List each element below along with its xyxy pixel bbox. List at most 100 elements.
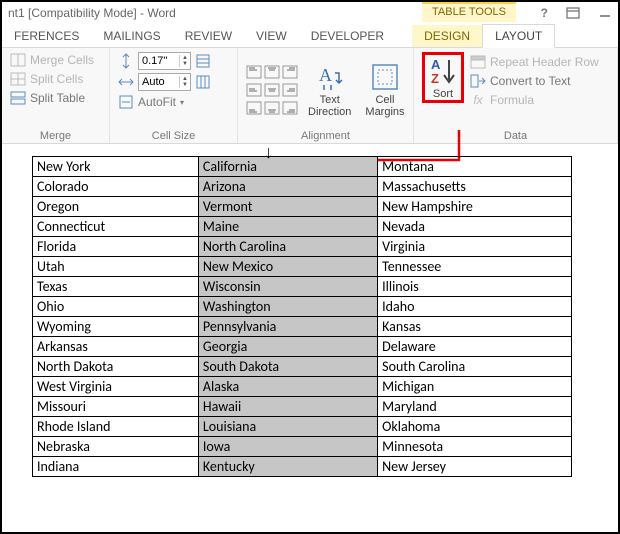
table-cell[interactable]: Massachusetts: [378, 177, 572, 197]
table-cell[interactable]: Delaware: [378, 337, 572, 357]
tab-mailings[interactable]: MAILINGS: [91, 25, 172, 47]
table-cell[interactable]: Washington: [198, 297, 377, 317]
table-row[interactable]: OhioWashingtonIdaho: [33, 297, 572, 317]
split-table-button[interactable]: Split Table: [10, 90, 94, 106]
tab-table-design[interactable]: DESIGN: [412, 25, 482, 47]
text-direction-button[interactable]: A Text Direction: [304, 60, 355, 120]
table-cell[interactable]: California: [198, 157, 377, 177]
table-cell[interactable]: North Carolina: [198, 237, 377, 257]
alignment-grid[interactable]: [246, 64, 298, 116]
table-cell[interactable]: Kentucky: [198, 457, 377, 477]
table-cell[interactable]: Arizona: [198, 177, 377, 197]
table-row[interactable]: TexasWisconsinIllinois: [33, 277, 572, 297]
table-cell[interactable]: New York: [33, 157, 199, 177]
table-cell[interactable]: Florida: [33, 237, 199, 257]
table-cell[interactable]: Indiana: [33, 457, 199, 477]
table-cell[interactable]: New Jersey: [378, 457, 572, 477]
table-cell[interactable]: Ohio: [33, 297, 199, 317]
table-cell[interactable]: South Carolina: [378, 357, 572, 377]
height-down[interactable]: ▼: [180, 61, 190, 67]
col-width-control[interactable]: ▲▼: [118, 73, 211, 91]
table-cell[interactable]: Alaska: [198, 377, 377, 397]
table-cell[interactable]: Louisiana: [198, 417, 377, 437]
row-height-input[interactable]: [139, 55, 179, 67]
table-cell[interactable]: Connecticut: [33, 217, 199, 237]
table-cell[interactable]: Kansas: [378, 317, 572, 337]
table-cell[interactable]: Vermont: [198, 197, 377, 217]
align-mid-left-icon[interactable]: [246, 82, 262, 98]
states-table[interactable]: New YorkCaliforniaMontanaColoradoArizona…: [32, 156, 572, 477]
width-down[interactable]: ▼: [180, 82, 190, 88]
autofit-button[interactable]: AutoFit ▾: [118, 94, 211, 110]
table-row[interactable]: FloridaNorth CarolinaVirginia: [33, 237, 572, 257]
table-cell[interactable]: Wisconsin: [198, 277, 377, 297]
table-row[interactable]: New YorkCaliforniaMontana: [33, 157, 572, 177]
table-row[interactable]: ColoradoArizonaMassachusetts: [33, 177, 572, 197]
table-cell[interactable]: Utah: [33, 257, 199, 277]
table-cell[interactable]: Arkansas: [33, 337, 199, 357]
table-cell[interactable]: Wyoming: [33, 317, 199, 337]
table-row[interactable]: North DakotaSouth DakotaSouth Carolina: [33, 357, 572, 377]
table-cell[interactable]: Maine: [198, 217, 377, 237]
table-cell[interactable]: Oklahoma: [378, 417, 572, 437]
table-cell[interactable]: West Virginia: [33, 377, 199, 397]
table-cell[interactable]: Texas: [33, 277, 199, 297]
table-cell[interactable]: North Dakota: [33, 357, 199, 377]
table-cell[interactable]: Missouri: [33, 397, 199, 417]
table-row[interactable]: OregonVermontNew Hampshire: [33, 197, 572, 217]
table-row[interactable]: IndianaKentuckyNew Jersey: [33, 457, 572, 477]
table-cell[interactable]: Colorado: [33, 177, 199, 197]
table-cell[interactable]: Idaho: [378, 297, 572, 317]
table-cell[interactable]: Nebraska: [33, 437, 199, 457]
align-mid-right-icon[interactable]: [282, 82, 298, 98]
tab-table-layout[interactable]: LAYOUT: [482, 24, 555, 48]
table-cell[interactable]: Tennessee: [378, 257, 572, 277]
tab-references[interactable]: FERENCES: [2, 25, 91, 47]
distribute-rows-icon[interactable]: [195, 53, 211, 69]
table-cell[interactable]: Montana: [378, 157, 572, 177]
table-cell[interactable]: Nevada: [378, 217, 572, 237]
align-bot-right-icon[interactable]: [282, 100, 298, 116]
table-cell[interactable]: Hawaii: [198, 397, 377, 417]
table-row[interactable]: West VirginiaAlaskaMichigan: [33, 377, 572, 397]
row-height-control[interactable]: ▲▼: [118, 52, 211, 70]
table-row[interactable]: ConnecticutMaineNevada: [33, 217, 572, 237]
convert-to-text-button[interactable]: Convert to Text: [470, 73, 599, 89]
align-top-right-icon[interactable]: [282, 64, 298, 80]
help-icon[interactable]: ?: [541, 6, 548, 20]
distribute-cols-icon[interactable]: [195, 74, 211, 90]
col-width-input[interactable]: [139, 76, 179, 88]
table-row[interactable]: WyomingPennsylvaniaKansas: [33, 317, 572, 337]
align-top-left-icon[interactable]: [246, 64, 262, 80]
table-cell[interactable]: Rhode Island: [33, 417, 199, 437]
table-cell[interactable]: Maryland: [378, 397, 572, 417]
sort-button[interactable]: A Z Sort: [422, 52, 464, 103]
table-cell[interactable]: Michigan: [378, 377, 572, 397]
cell-margins-button[interactable]: Cell Margins: [361, 60, 408, 120]
align-bot-center-icon[interactable]: [264, 100, 280, 116]
ribbon-display-options-icon[interactable]: [566, 7, 580, 19]
tab-developer[interactable]: DEVELOPER: [299, 25, 396, 47]
table-cell[interactable]: New Mexico: [198, 257, 377, 277]
align-bot-left-icon[interactable]: [246, 100, 262, 116]
align-mid-center-icon[interactable]: [264, 82, 280, 98]
table-row[interactable]: MissouriHawaiiMaryland: [33, 397, 572, 417]
tab-view[interactable]: VIEW: [244, 25, 299, 47]
table-cell[interactable]: Iowa: [198, 437, 377, 457]
align-top-center-icon[interactable]: [264, 64, 280, 80]
table-cell[interactable]: Illinois: [378, 277, 572, 297]
table-cell[interactable]: Oregon: [33, 197, 199, 217]
tab-review[interactable]: REVIEW: [173, 25, 244, 47]
table-cell[interactable]: South Dakota: [198, 357, 377, 377]
table-row[interactable]: NebraskaIowaMinnesota: [33, 437, 572, 457]
table-row[interactable]: ArkansasGeorgiaDelaware: [33, 337, 572, 357]
merge-cells-button: Merge Cells: [10, 52, 94, 68]
table-cell[interactable]: New Hampshire: [378, 197, 572, 217]
table-cell[interactable]: Georgia: [198, 337, 377, 357]
table-cell[interactable]: Virginia: [378, 237, 572, 257]
minimize-icon[interactable]: [598, 7, 612, 19]
table-row[interactable]: UtahNew MexicoTennessee: [33, 257, 572, 277]
table-row[interactable]: Rhode IslandLouisianaOklahoma: [33, 417, 572, 437]
table-cell[interactable]: Pennsylvania: [198, 317, 377, 337]
table-cell[interactable]: Minnesota: [378, 437, 572, 457]
